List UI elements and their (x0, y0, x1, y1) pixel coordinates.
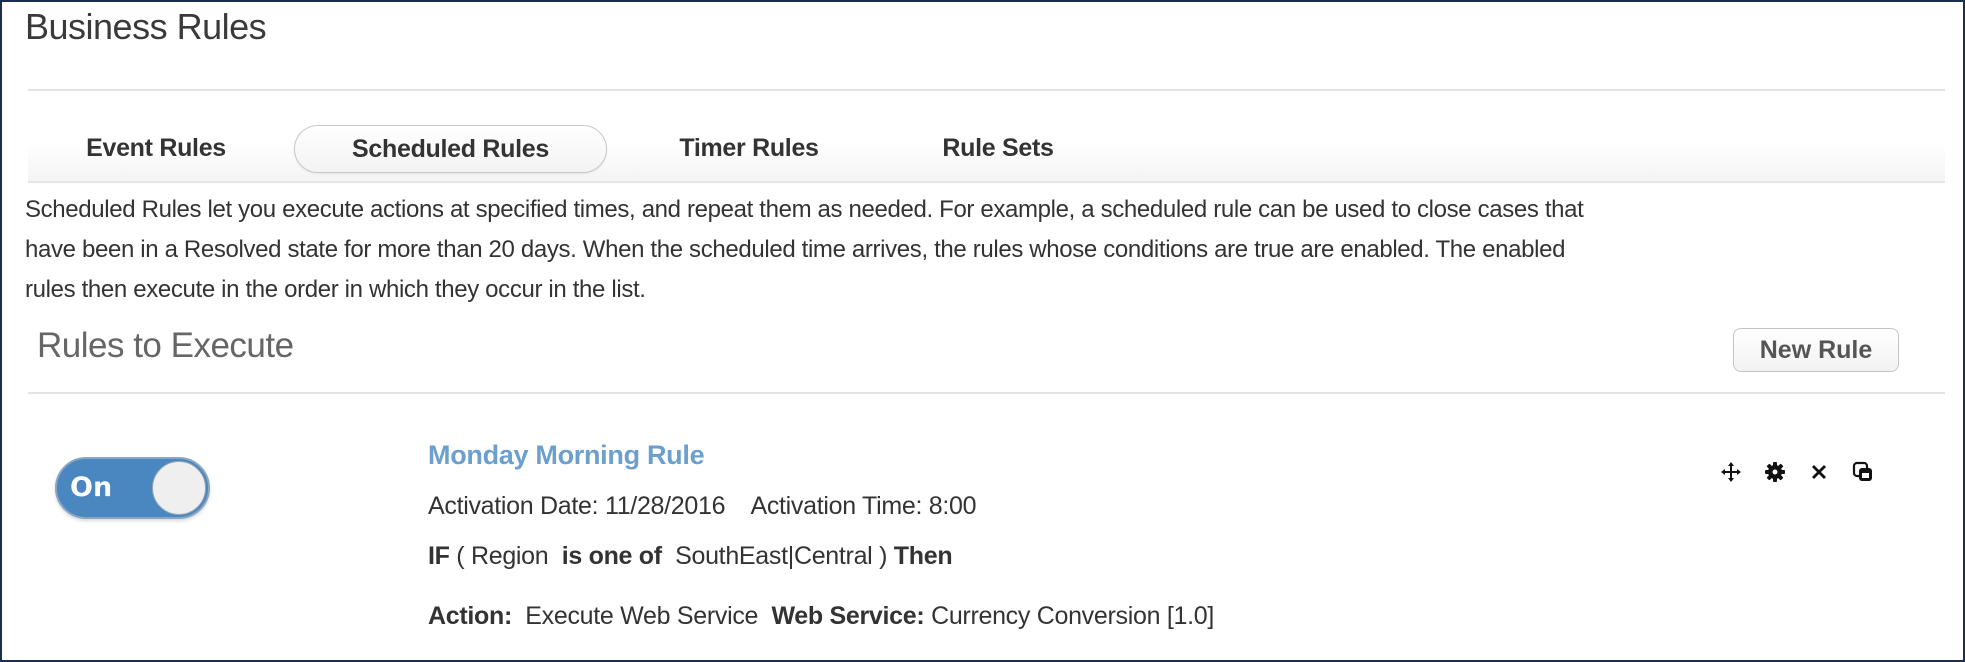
web-service-value: Currency Conversion [1.0] (931, 602, 1214, 630)
open-paren: ( (456, 542, 465, 570)
rule-enabled-toggle[interactable]: On (55, 457, 210, 519)
action-label: Action: (428, 602, 512, 630)
description-text: Scheduled Rules let you execute actions … (25, 190, 1950, 310)
new-rule-button[interactable]: New Rule (1733, 328, 1899, 372)
then-keyword: Then (893, 542, 953, 570)
tab-timer-rules[interactable]: Timer Rules (668, 125, 830, 171)
condition-operator: is one of (561, 542, 662, 570)
close-paren: ) (879, 542, 888, 570)
toggle-knob (152, 461, 206, 515)
action-value: Execute Web Service (525, 602, 759, 630)
window-frame (0, 0, 1965, 662)
toggle-label: On (70, 472, 113, 503)
if-keyword: IF (428, 542, 450, 570)
description-line: rules then execute in the order in which… (25, 276, 646, 303)
condition-field: Region (470, 542, 549, 570)
description-line: Scheduled Rules let you execute actions … (25, 196, 1584, 223)
activation-time-value: 8:00 (928, 492, 977, 520)
tab-bar: Event Rules Scheduled Rules Timer Rules … (28, 115, 1945, 183)
copy-icon[interactable] (1850, 459, 1876, 485)
section-title: Rules to Execute (37, 326, 294, 365)
page-title: Business Rules (25, 6, 267, 47)
condition-values: SouthEast|Central (675, 542, 873, 570)
delete-icon[interactable] (1806, 459, 1832, 485)
rule-action-line: Action: Execute Web Service Web Service:… (428, 602, 1214, 631)
activation-date-value: 11/28/2016 (604, 492, 726, 520)
tab-scheduled-rules[interactable]: Scheduled Rules (294, 125, 607, 173)
rule-name-link[interactable]: Monday Morning Rule (428, 440, 705, 471)
title-divider (28, 89, 1945, 91)
rule-actions (1718, 457, 1876, 487)
rule-activation-line: Activation Date: 11/28/2016 Activation T… (428, 492, 977, 521)
rule-condition-line: IF ( Region is one of SouthEast|Central … (428, 542, 953, 571)
tab-rule-sets[interactable]: Rule Sets (933, 125, 1063, 171)
activation-date-label: Activation Date: (428, 492, 599, 520)
web-service-label: Web Service: (771, 602, 925, 630)
section-divider (28, 392, 1945, 394)
tab-event-rules[interactable]: Event Rules (76, 125, 236, 171)
move-icon[interactable] (1718, 459, 1744, 485)
activation-time-label: Activation Time: (750, 492, 923, 520)
description-line: have been in a Resolved state for more t… (25, 236, 1566, 263)
gear-icon[interactable] (1762, 459, 1788, 485)
